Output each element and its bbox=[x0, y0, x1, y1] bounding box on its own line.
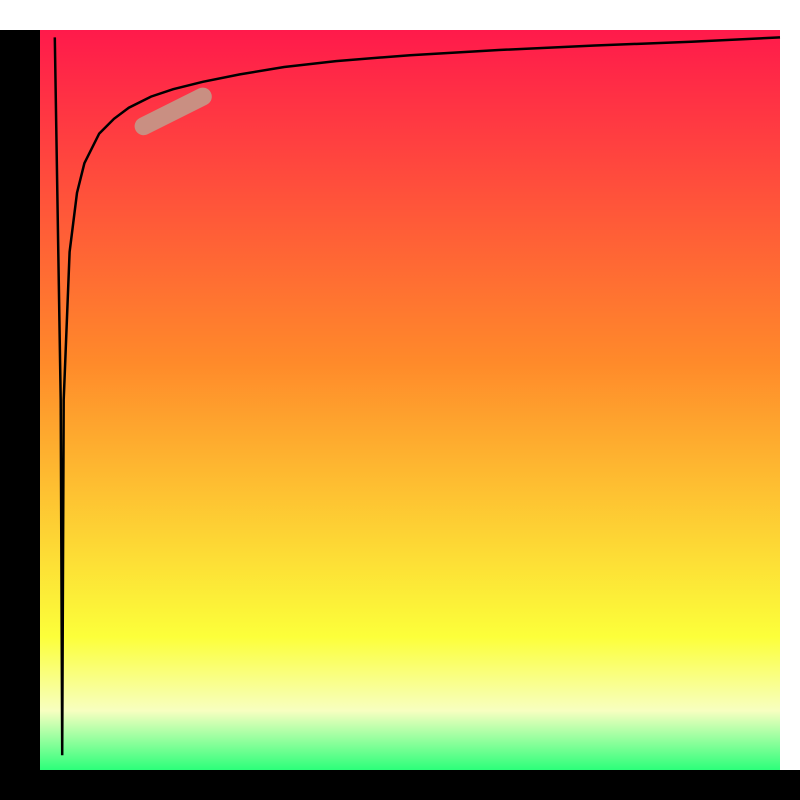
plot-gradient-background bbox=[40, 30, 780, 770]
frame-left bbox=[0, 0, 40, 800]
frame-right-whitespace bbox=[780, 0, 800, 800]
frame-corner bbox=[780, 770, 800, 800]
bottleneck-chart bbox=[0, 0, 800, 800]
chart-container: TheBottleneck.com bbox=[0, 0, 800, 800]
frame-bottom bbox=[0, 770, 800, 800]
frame-top-whitespace bbox=[0, 0, 800, 30]
